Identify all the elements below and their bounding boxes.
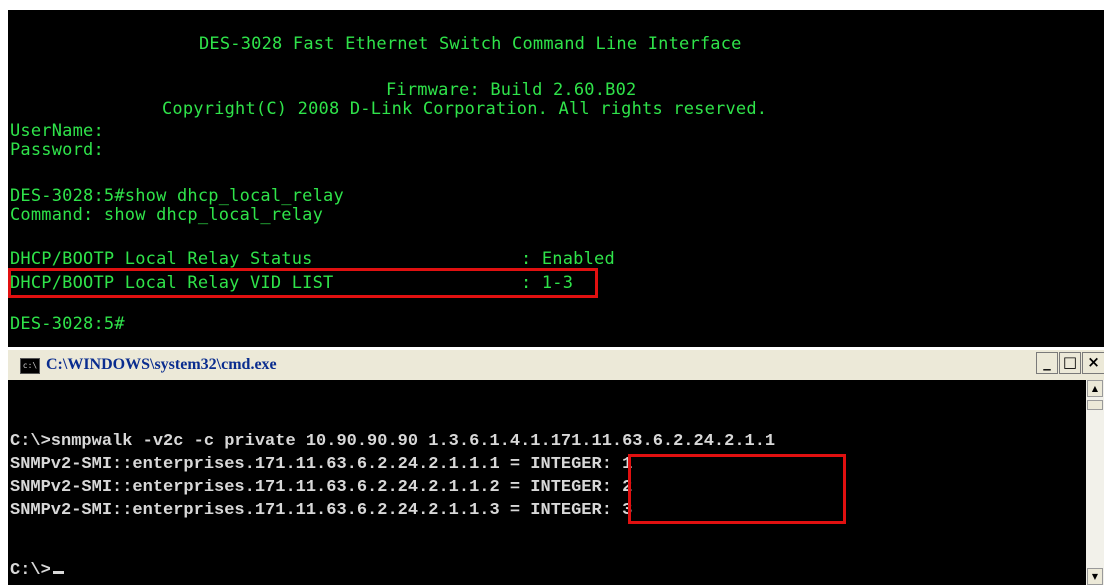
console-output-line: SNMPv2-SMI::enterprises.171.11.63.6.2.24… [10,478,633,497]
maximize-button[interactable]: □ [1059,352,1081,374]
minimize-button[interactable]: _ [1036,352,1058,374]
cli-command-line: DES-3028:5#show dhcp_local_relay [10,186,344,206]
integer-values-highlight-box [628,454,846,524]
console-prompt-line: C:\> [10,561,64,581]
cli-header-title: DES-3028 Fast Ethernet Switch Command Li… [199,34,742,54]
cmd-title-bar[interactable]: c:\ C:\WINDOWS\system32\cmd.exe _ □ × [8,350,1104,380]
username-label: UserName: [10,121,104,141]
scroll-down-arrow-icon[interactable]: ▼ [1087,568,1103,585]
cli-copyright-line: Copyright(C) 2008 D-Link Corporation. Al… [162,99,768,119]
text-cursor [52,571,64,574]
console-output-line: SNMPv2-SMI::enterprises.171.11.63.6.2.24… [10,501,633,520]
cmd-console[interactable]: C:\>snmpwalk -v2c -c private 10.90.90.90… [8,380,1086,585]
scrollbar-thumb[interactable] [1087,400,1103,410]
cmd-window[interactable]: c:\ C:\WINDOWS\system32\cmd.exe _ □ × C:… [8,350,1104,585]
password-label: Password: [10,140,104,160]
telnet-terminal[interactable]: DES-3028 Fast Ethernet Switch Command Li… [8,10,1104,347]
vid-list-highlight-box [8,268,598,298]
cli-command-echo: Command: show dhcp_local_relay [10,205,324,225]
cmd-icon[interactable]: c:\ [20,358,40,374]
cli-firmware-line: Firmware: Build 2.60.B02 [386,80,637,100]
relay-status-value: : Enabled [521,249,615,269]
console-output-line: SNMPv2-SMI::enterprises.171.11.63.6.2.24… [10,455,633,474]
vertical-scrollbar[interactable]: ▲ ▼ [1086,380,1104,585]
console-command-line: C:\>snmpwalk -v2c -c private 10.90.90.90… [10,432,776,451]
console-prompt: C:\> [10,561,51,580]
scroll-up-arrow-icon[interactable]: ▲ [1087,380,1103,397]
window-title: C:\WINDOWS\system32\cmd.exe [46,356,277,373]
cli-final-prompt: DES-3028:5# [10,314,125,334]
close-button[interactable]: × [1082,352,1104,374]
relay-status-label: DHCP/BOOTP Local Relay Status [10,249,313,269]
